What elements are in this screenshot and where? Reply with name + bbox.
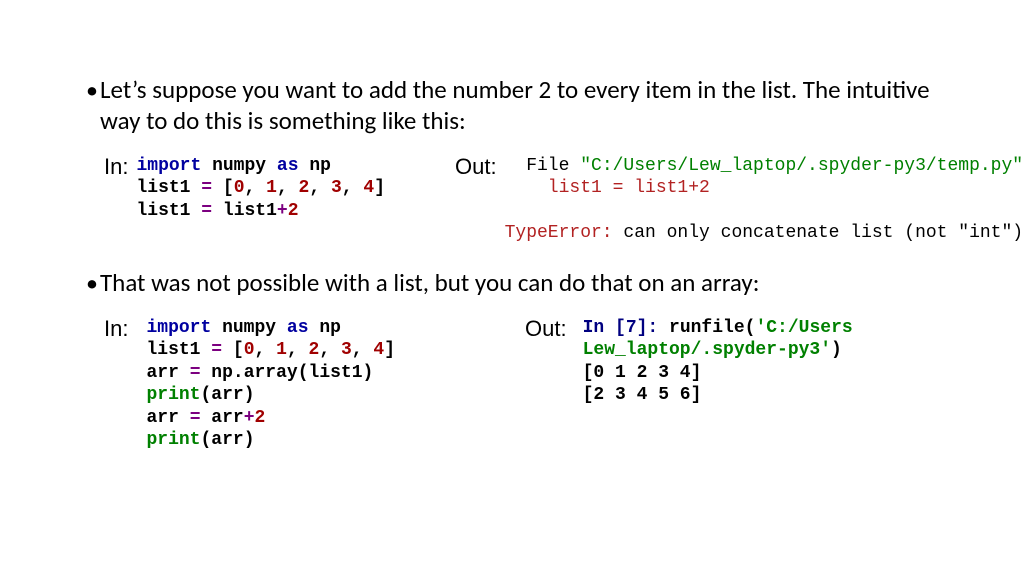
code2-out: In [7]: runfile('C:/Users Lew_laptop/.sp… — [583, 317, 853, 452]
bullet-2: • That was not possible with a list, but… — [100, 267, 934, 299]
bullet-dot: • — [86, 267, 100, 299]
bullet-1-text: Let’s suppose you want to add the number… — [100, 74, 934, 137]
code-pair-1: In: import numpy as np list1 = [0, 1, 2,… — [104, 155, 934, 245]
code1-out: File "C:/Users/Lew_laptop/.spyder-py3/te… — [505, 155, 1024, 245]
bullet-2-text: That was not possible with a list, but y… — [100, 267, 934, 299]
slide: • Let’s suppose you want to add the numb… — [0, 0, 1024, 452]
code-pair-2: In: import numpy as np list1 = [0, 1, 2,… — [104, 317, 934, 452]
code2-in: import numpy as np list1 = [0, 1, 2, 3, … — [146, 317, 395, 452]
out-label: Out: — [525, 317, 575, 452]
code1-in: import numpy as np list1 = [0, 1, 2, 3, … — [136, 155, 385, 245]
in-label: In: — [104, 317, 136, 452]
bullet-dot: • — [86, 74, 100, 137]
bullet-1: • Let’s suppose you want to add the numb… — [100, 74, 934, 137]
in-label: In: — [104, 155, 136, 245]
out-label: Out: — [455, 155, 505, 245]
